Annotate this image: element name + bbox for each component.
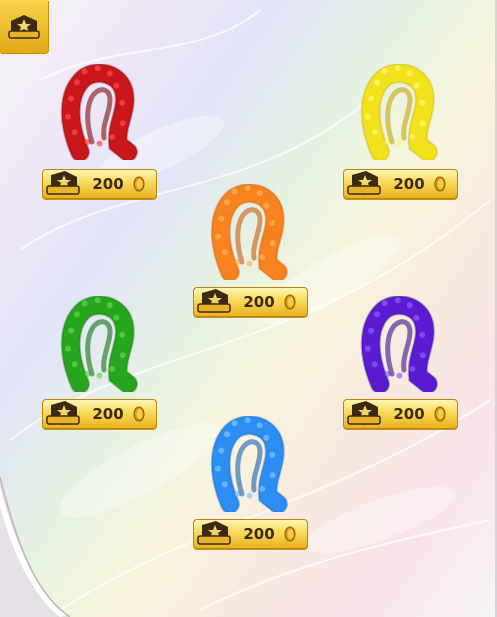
member-badge-icon (46, 171, 80, 195)
boa-item-1[interactable] (58, 63, 138, 162)
member-badge-icon (197, 289, 231, 313)
price-label: 200 (243, 525, 275, 543)
member-badge-icon (46, 401, 80, 425)
feather-boa-icon (360, 63, 438, 162)
boa-item-3[interactable] (208, 183, 288, 282)
buy-button[interactable]: 200 (193, 287, 308, 317)
coin-icon (133, 406, 145, 422)
coin-icon (434, 176, 446, 192)
member-badge-icon (347, 171, 381, 195)
coin-icon (284, 294, 296, 310)
buy-button[interactable]: 200 (193, 519, 308, 549)
member-badge-icon (197, 521, 231, 545)
price-label: 200 (243, 293, 275, 311)
price-label: 200 (393, 405, 425, 423)
price-label: 200 (393, 175, 425, 193)
page-curl[interactable] (0, 477, 70, 617)
price-label: 200 (92, 405, 124, 423)
boa-item-2[interactable] (358, 63, 438, 162)
member-badge-icon (347, 401, 381, 425)
buy-button[interactable]: 200 (42, 399, 157, 429)
feather-boa-icon (210, 415, 288, 514)
feather-boa-icon (360, 295, 438, 394)
boa-item-6[interactable] (208, 415, 288, 514)
feather-boa-icon (60, 295, 138, 394)
boa-item-5[interactable] (358, 295, 438, 394)
coin-icon (434, 406, 446, 422)
buy-button[interactable]: 200 (42, 169, 157, 199)
coin-icon (284, 526, 296, 542)
catalog-page: 200 200 200 200 200 200 (0, 0, 497, 617)
feather-boa-icon (210, 183, 288, 282)
member-badge-icon (8, 14, 40, 39)
boa-item-4[interactable] (58, 295, 138, 394)
buy-button[interactable]: 200 (343, 399, 458, 429)
member-badge-tab[interactable] (0, 0, 48, 53)
feather-boa-icon (60, 63, 138, 162)
buy-button[interactable]: 200 (343, 169, 458, 199)
coin-icon (133, 176, 145, 192)
price-label: 200 (92, 175, 124, 193)
